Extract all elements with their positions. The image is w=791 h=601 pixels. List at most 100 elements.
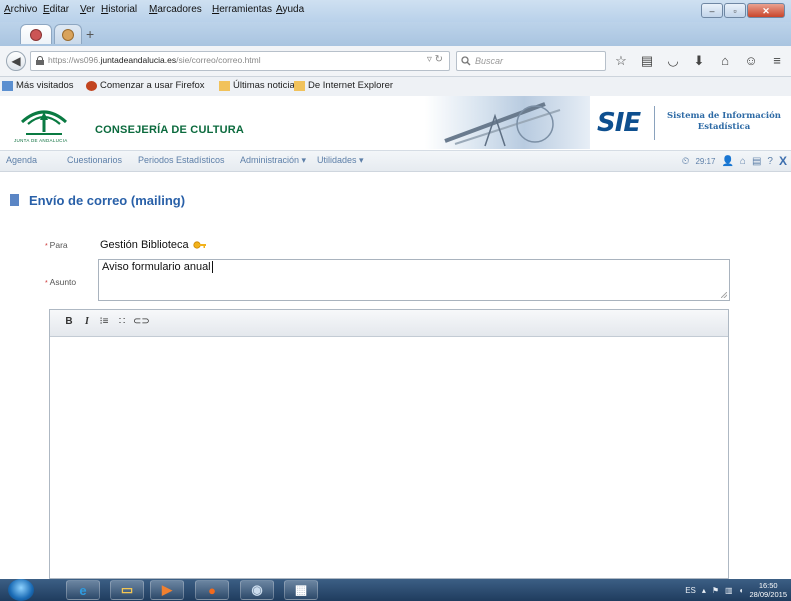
minimize-button[interactable]: – <box>701 3 723 18</box>
menu-archivo[interactable]: Archivo <box>4 4 37 15</box>
help-button[interactable]: ? <box>767 156 773 167</box>
consejeria-title: CONSEJERÍA DE CULTURA <box>95 124 245 136</box>
italic-button[interactable]: I <box>80 316 94 330</box>
key-search-icon[interactable] <box>193 239 207 251</box>
unordered-list-icon[interactable]: ∷ <box>115 316 129 330</box>
bookmark-latest-news[interactable]: Últimas noticias <box>219 80 300 91</box>
back-button[interactable]: ◀ <box>6 51 26 71</box>
ordered-list-icon[interactable]: ⁝≡ <box>97 316 111 330</box>
search-placeholder: Buscar <box>475 56 504 66</box>
folder-icon <box>219 80 230 91</box>
address-bar[interactable]: https://ws096.juntadeandalucia.es/sie/co… <box>30 51 450 71</box>
bookmark-getting-started[interactable]: Comenzar a usar Firefox <box>86 80 205 91</box>
ie-taskbar-icon[interactable]: e <box>66 580 100 600</box>
app-taskbar-icon[interactable]: ◉ <box>240 580 274 600</box>
logout-button[interactable]: X <box>779 154 787 168</box>
sie-subtitle-line2: Estadística <box>697 122 751 132</box>
menu-cuestionarios[interactable]: Cuestionarios <box>67 155 122 165</box>
bookmark-from-ie[interactable]: De Internet Explorer <box>294 80 393 91</box>
asunto-value: Aviso formulario anual <box>102 261 211 273</box>
session-timer: 29:17 <box>695 156 716 166</box>
asunto-label: Asunto <box>45 277 76 287</box>
volume-icon[interactable]: ◖ <box>739 586 744 595</box>
menu-utilidades[interactable]: Utilidades ▾ <box>317 155 364 166</box>
clock[interactable]: 16:50 28/09/2015 <box>749 581 787 599</box>
home-app-icon[interactable]: ⌂ <box>740 156 746 167</box>
search-bar[interactable]: Buscar <box>456 51 606 71</box>
home-icon[interactable]: ⌂ <box>717 53 733 68</box>
reload-icon[interactable]: ▿ ↻ <box>427 54 443 65</box>
message-editor[interactable]: B I ⁝≡ ∷ ⊂⊃ <box>49 309 729 579</box>
text-caret <box>211 261 213 274</box>
most-visited-icon <box>2 80 13 91</box>
browser-navbar: ◀ https://ws096.juntadeandalucia.es/sie/… <box>0 46 791 77</box>
downloads-icon[interactable]: ⬇ <box>691 53 707 69</box>
document-icon[interactable]: ▤ <box>752 156 761 167</box>
junta-text: JUNTA DE ANDALUCIA <box>14 138 68 143</box>
flag-icon[interactable]: ⚑ <box>712 586 719 595</box>
browser-menubar: Archivo Editar Ver Historial Marcadores … <box>0 0 791 22</box>
menu-administracion[interactable]: Administración ▾ <box>240 155 306 166</box>
menu-herramientas[interactable]: Herramientas <box>212 4 272 15</box>
site-favicon-icon <box>62 28 74 41</box>
firefox-taskbar-icon[interactable]: ● <box>195 580 229 600</box>
tray-arrow-icon[interactable]: ▴ <box>702 586 706 595</box>
url-prefix: https://ws096. <box>48 55 101 65</box>
menu-agenda[interactable]: Agenda <box>6 155 37 165</box>
header-banner-image <box>425 96 590 149</box>
menu-historial[interactable]: Historial <box>101 4 137 15</box>
clock-date: 28/09/2015 <box>749 590 787 599</box>
window-controls: – ▫ ✕ <box>701 3 785 18</box>
menu-editar[interactable]: Editar <box>43 4 69 15</box>
bookmark-label: De Internet Explorer <box>308 80 394 91</box>
asunto-text: Aviso formulario anual <box>102 261 213 274</box>
tab-second[interactable] <box>54 24 82 44</box>
para-field: Gestión Biblioteca <box>100 239 207 251</box>
new-tab-icon[interactable]: + <box>86 26 94 42</box>
bookmarks-bar: Más visitados Comenzar a usar Firefox Úl… <box>0 77 791 97</box>
pocket-icon[interactable]: ◡ <box>665 53 681 69</box>
title-marker-icon <box>10 194 19 206</box>
firefox-icon <box>86 80 97 91</box>
asunto-input[interactable]: Aviso formulario anual <box>98 259 730 301</box>
explorer-taskbar-icon[interactable]: ▭ <box>110 580 144 600</box>
hello-icon[interactable]: ☺ <box>743 53 759 68</box>
page-title: Envío de correo (mailing) <box>29 192 186 208</box>
user-icon[interactable]: 👤 <box>721 156 733 167</box>
reading-list-icon[interactable]: ▤ <box>639 53 655 69</box>
language-indicator[interactable]: ES <box>685 586 696 595</box>
bookmark-most-visited[interactable]: Más visitados <box>2 80 74 91</box>
site-favicon-icon <box>30 28 42 41</box>
link-icon[interactable]: ⊂⊃ <box>133 316 150 330</box>
app-menu: Agenda Cuestionarios Periodos Estadístic… <box>0 151 791 172</box>
close-window-button[interactable]: ✕ <box>747 3 785 18</box>
hamburger-menu-icon[interactable]: ≡ <box>769 53 785 68</box>
media-player-taskbar-icon[interactable]: ▶ <box>150 580 184 600</box>
clock-time: 16:50 <box>758 581 778 590</box>
page-title-block: Envío de correo (mailing) <box>10 190 185 210</box>
menu-ayuda[interactable]: Ayuda <box>276 4 304 15</box>
site-header: JUNTA DE ANDALUCIA CONSEJERÍA DE CULTURA… <box>0 96 791 151</box>
editor-toolbar: B I ⁝≡ ∷ ⊂⊃ <box>50 310 728 337</box>
bold-button[interactable]: B <box>62 316 76 330</box>
lock-icon <box>36 56 44 65</box>
bookmark-label: Comenzar a usar Firefox <box>100 80 205 91</box>
browser-tabbar: + <box>0 22 791 46</box>
document-taskbar-icon[interactable]: ▦ <box>284 580 318 600</box>
maximize-button[interactable]: ▫ <box>724 3 746 18</box>
bookmark-label: Más visitados <box>16 80 74 91</box>
windows-taskbar: e ▭ ▶ ● ◉ ▦ ES ▴ ⚑ ▥ ◖ 16:50 28/09/2015 <box>0 579 791 601</box>
url-text: https://ws096.juntadeandalucia.es/sie/co… <box>48 55 261 65</box>
para-label: Para <box>45 240 68 250</box>
tab-sie[interactable] <box>20 24 52 44</box>
bookmark-star-icon[interactable]: ☆ <box>613 53 629 69</box>
folder-icon <box>294 80 305 91</box>
resize-handle[interactable] <box>721 292 727 298</box>
network-icon[interactable]: ▥ <box>725 586 733 595</box>
url-domain: juntadeandalucia.es <box>100 55 177 65</box>
start-button[interactable] <box>8 579 34 601</box>
menu-marcadores[interactable]: Marcadores <box>149 4 202 15</box>
menu-ver[interactable]: Ver <box>80 4 95 15</box>
menu-periodos[interactable]: Periodos Estadísticos <box>138 155 225 165</box>
url-path: /sie/correo/correo.html <box>176 55 261 65</box>
